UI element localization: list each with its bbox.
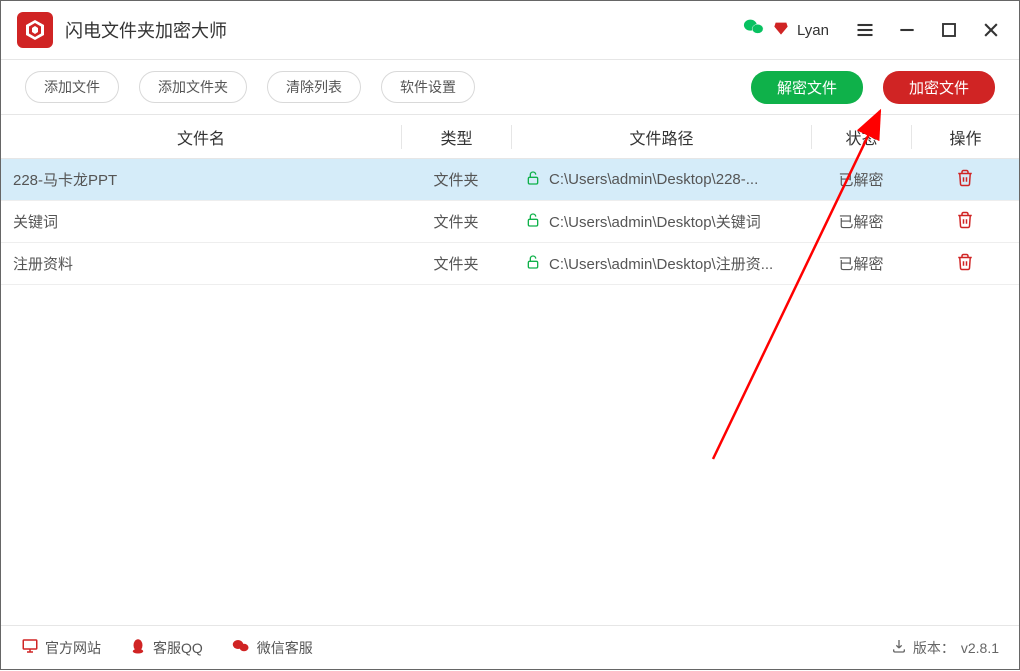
cell-type: 文件夹 (401, 253, 511, 274)
unlock-icon (525, 170, 541, 190)
add-folder-button[interactable]: 添加文件夹 (139, 71, 247, 103)
minimize-icon[interactable] (895, 18, 919, 42)
footer-wechat-label: 微信客服 (257, 638, 313, 658)
version-number: v2.8.1 (961, 640, 999, 656)
wechat-support-icon (231, 637, 251, 658)
cell-status: 已解密 (811, 169, 911, 190)
cell-path: C:\Users\admin\Desktop\228-... (511, 170, 811, 190)
delete-icon[interactable] (956, 216, 974, 233)
clear-list-button[interactable]: 清除列表 (267, 71, 361, 103)
cell-action (911, 169, 1019, 191)
download-icon (891, 638, 907, 657)
version-info: 版本： v2.8.1 (891, 638, 999, 658)
gem-icon (773, 20, 789, 41)
official-website-link[interactable]: 官方网站 (21, 637, 101, 658)
decrypt-button[interactable]: 解密文件 (751, 71, 863, 104)
table-header: 文件名 类型 文件路径 状态 操作 (1, 115, 1019, 159)
cell-type: 文件夹 (401, 211, 511, 232)
header-name: 文件名 (1, 125, 401, 149)
footer-qq-label: 客服QQ (153, 638, 203, 658)
delete-icon[interactable] (956, 174, 974, 191)
cell-name: 注册资料 (1, 253, 401, 274)
header-status: 状态 (811, 125, 911, 149)
cell-name: 关键词 (1, 211, 401, 232)
wechat-support-link[interactable]: 微信客服 (231, 637, 313, 658)
encrypt-button[interactable]: 加密文件 (883, 71, 995, 104)
table-row[interactable]: 228-马卡龙PPT文件夹C:\Users\admin\Desktop\228-… (1, 159, 1019, 201)
app-title: 闪电文件夹加密大师 (65, 17, 743, 43)
table-row[interactable]: 注册资料文件夹C:\Users\admin\Desktop\注册资...已解密 (1, 243, 1019, 285)
cell-status: 已解密 (811, 211, 911, 232)
unlock-icon (525, 212, 541, 232)
cell-action (911, 211, 1019, 233)
cell-action (911, 253, 1019, 275)
maximize-icon[interactable] (937, 18, 961, 42)
header-type: 类型 (401, 125, 511, 149)
header-path: 文件路径 (511, 125, 811, 149)
cell-name: 228-马卡龙PPT (1, 169, 401, 190)
footer-website-label: 官方网站 (45, 638, 101, 658)
qq-support-link[interactable]: 客服QQ (129, 637, 203, 658)
cell-status: 已解密 (811, 253, 911, 274)
cell-type: 文件夹 (401, 169, 511, 190)
header-action: 操作 (911, 125, 1019, 149)
qq-icon (129, 637, 147, 658)
app-logo (17, 12, 53, 48)
monitor-icon (21, 637, 39, 658)
cell-path: C:\Users\admin\Desktop\注册资... (511, 253, 811, 274)
delete-icon[interactable] (956, 258, 974, 275)
wechat-icon (743, 16, 765, 44)
add-file-button[interactable]: 添加文件 (25, 71, 119, 103)
table-row[interactable]: 关键词文件夹C:\Users\admin\Desktop\关键词已解密 (1, 201, 1019, 243)
close-icon[interactable] (979, 18, 1003, 42)
menu-icon[interactable] (853, 18, 877, 42)
cell-path: C:\Users\admin\Desktop\关键词 (511, 211, 811, 232)
unlock-icon (525, 254, 541, 274)
user-name: Lyan (797, 22, 829, 39)
settings-button[interactable]: 软件设置 (381, 71, 475, 103)
version-label: 版本： (913, 638, 955, 658)
